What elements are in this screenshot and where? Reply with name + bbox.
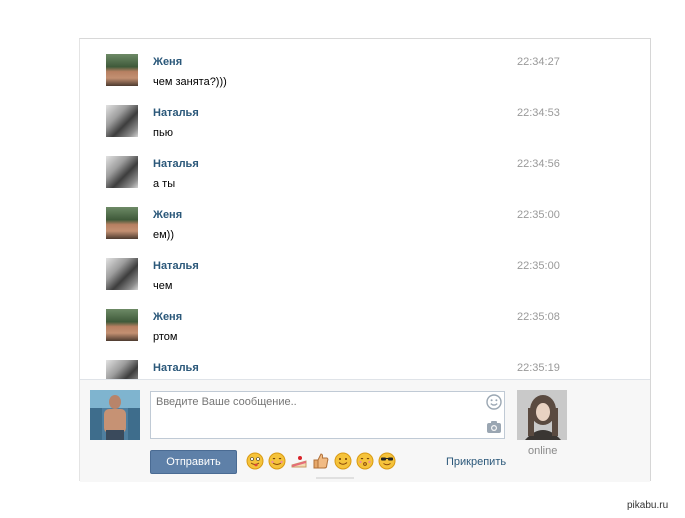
smile-icon[interactable] — [486, 394, 502, 410]
message-input[interactable] — [150, 391, 505, 439]
avatar[interactable] — [106, 156, 138, 188]
message-list[interactable]: Женя чем занята?))) 22:34:27 Наталья пью… — [80, 39, 650, 379]
message-item: Наталья а ты 22:34:56 — [80, 141, 650, 192]
avatar[interactable] — [106, 360, 138, 379]
message-time: 22:34:27 — [517, 56, 560, 68]
thumbs-up-icon[interactable] — [312, 452, 330, 470]
message-text: чем занята?))) — [153, 76, 227, 88]
peer-avatar[interactable] — [517, 390, 567, 440]
online-status: online — [528, 445, 558, 457]
message-item: Женя ем)) 22:35:00 — [80, 192, 650, 243]
camera-icon[interactable] — [486, 420, 502, 434]
message-author[interactable]: Наталья — [153, 158, 199, 170]
message-author[interactable]: Женя — [153, 56, 182, 68]
message-text: ем)) — [153, 229, 175, 241]
cake-slice-icon[interactable] — [290, 452, 308, 470]
message-text: пью — [153, 127, 173, 139]
message-item: Женя чем занята?))) 22:34:27 — [80, 39, 650, 90]
kissing-face-icon[interactable] — [356, 452, 374, 470]
message-text: а ты — [153, 178, 176, 190]
message-author[interactable]: Женя — [153, 311, 182, 323]
message-author[interactable]: Наталья — [153, 260, 199, 272]
avatar[interactable] — [106, 105, 138, 137]
message-author[interactable]: Наталья — [153, 362, 199, 374]
avatar[interactable] — [106, 309, 138, 341]
message-text: чем — [153, 280, 173, 292]
message-item: Наталья чем 22:35:00 — [80, 243, 650, 294]
message-time: 22:35:08 — [517, 311, 560, 323]
message-item: Наталья 22:35:19 — [80, 345, 650, 379]
message-time: 22:34:53 — [517, 107, 560, 119]
message-author[interactable]: Женя — [153, 209, 182, 221]
message-time: 22:35:19 — [517, 362, 560, 374]
chat-window: Женя чем занята?))) 22:34:27 Наталья пью… — [79, 38, 651, 482]
watermark: pikabu.ru — [627, 500, 669, 511]
send-button[interactable]: Отправить — [150, 450, 237, 474]
avatar[interactable] — [106, 258, 138, 290]
message-time: 22:34:56 — [517, 158, 560, 170]
composer: online Отправить П — [80, 379, 650, 482]
message-time: 22:35:00 — [517, 260, 560, 272]
sunglasses-face-icon[interactable] — [378, 452, 396, 470]
resize-handle[interactable] — [316, 477, 354, 479]
message-item: Женя ртом 22:35:08 — [80, 294, 650, 345]
message-author[interactable]: Наталья — [153, 107, 199, 119]
smiling-face-icon[interactable] — [334, 452, 352, 470]
message-time: 22:35:00 — [517, 209, 560, 221]
message-item: Наталья пью 22:34:53 — [80, 90, 650, 141]
avatar[interactable] — [106, 207, 138, 239]
my-avatar[interactable] — [90, 390, 140, 440]
attach-link[interactable]: Прикрепить — [446, 456, 506, 468]
smiling-face-icon[interactable] — [268, 452, 286, 470]
winking-tongue-face-icon[interactable] — [246, 452, 264, 470]
avatar[interactable] — [106, 54, 138, 86]
message-text: ртом — [153, 331, 178, 343]
